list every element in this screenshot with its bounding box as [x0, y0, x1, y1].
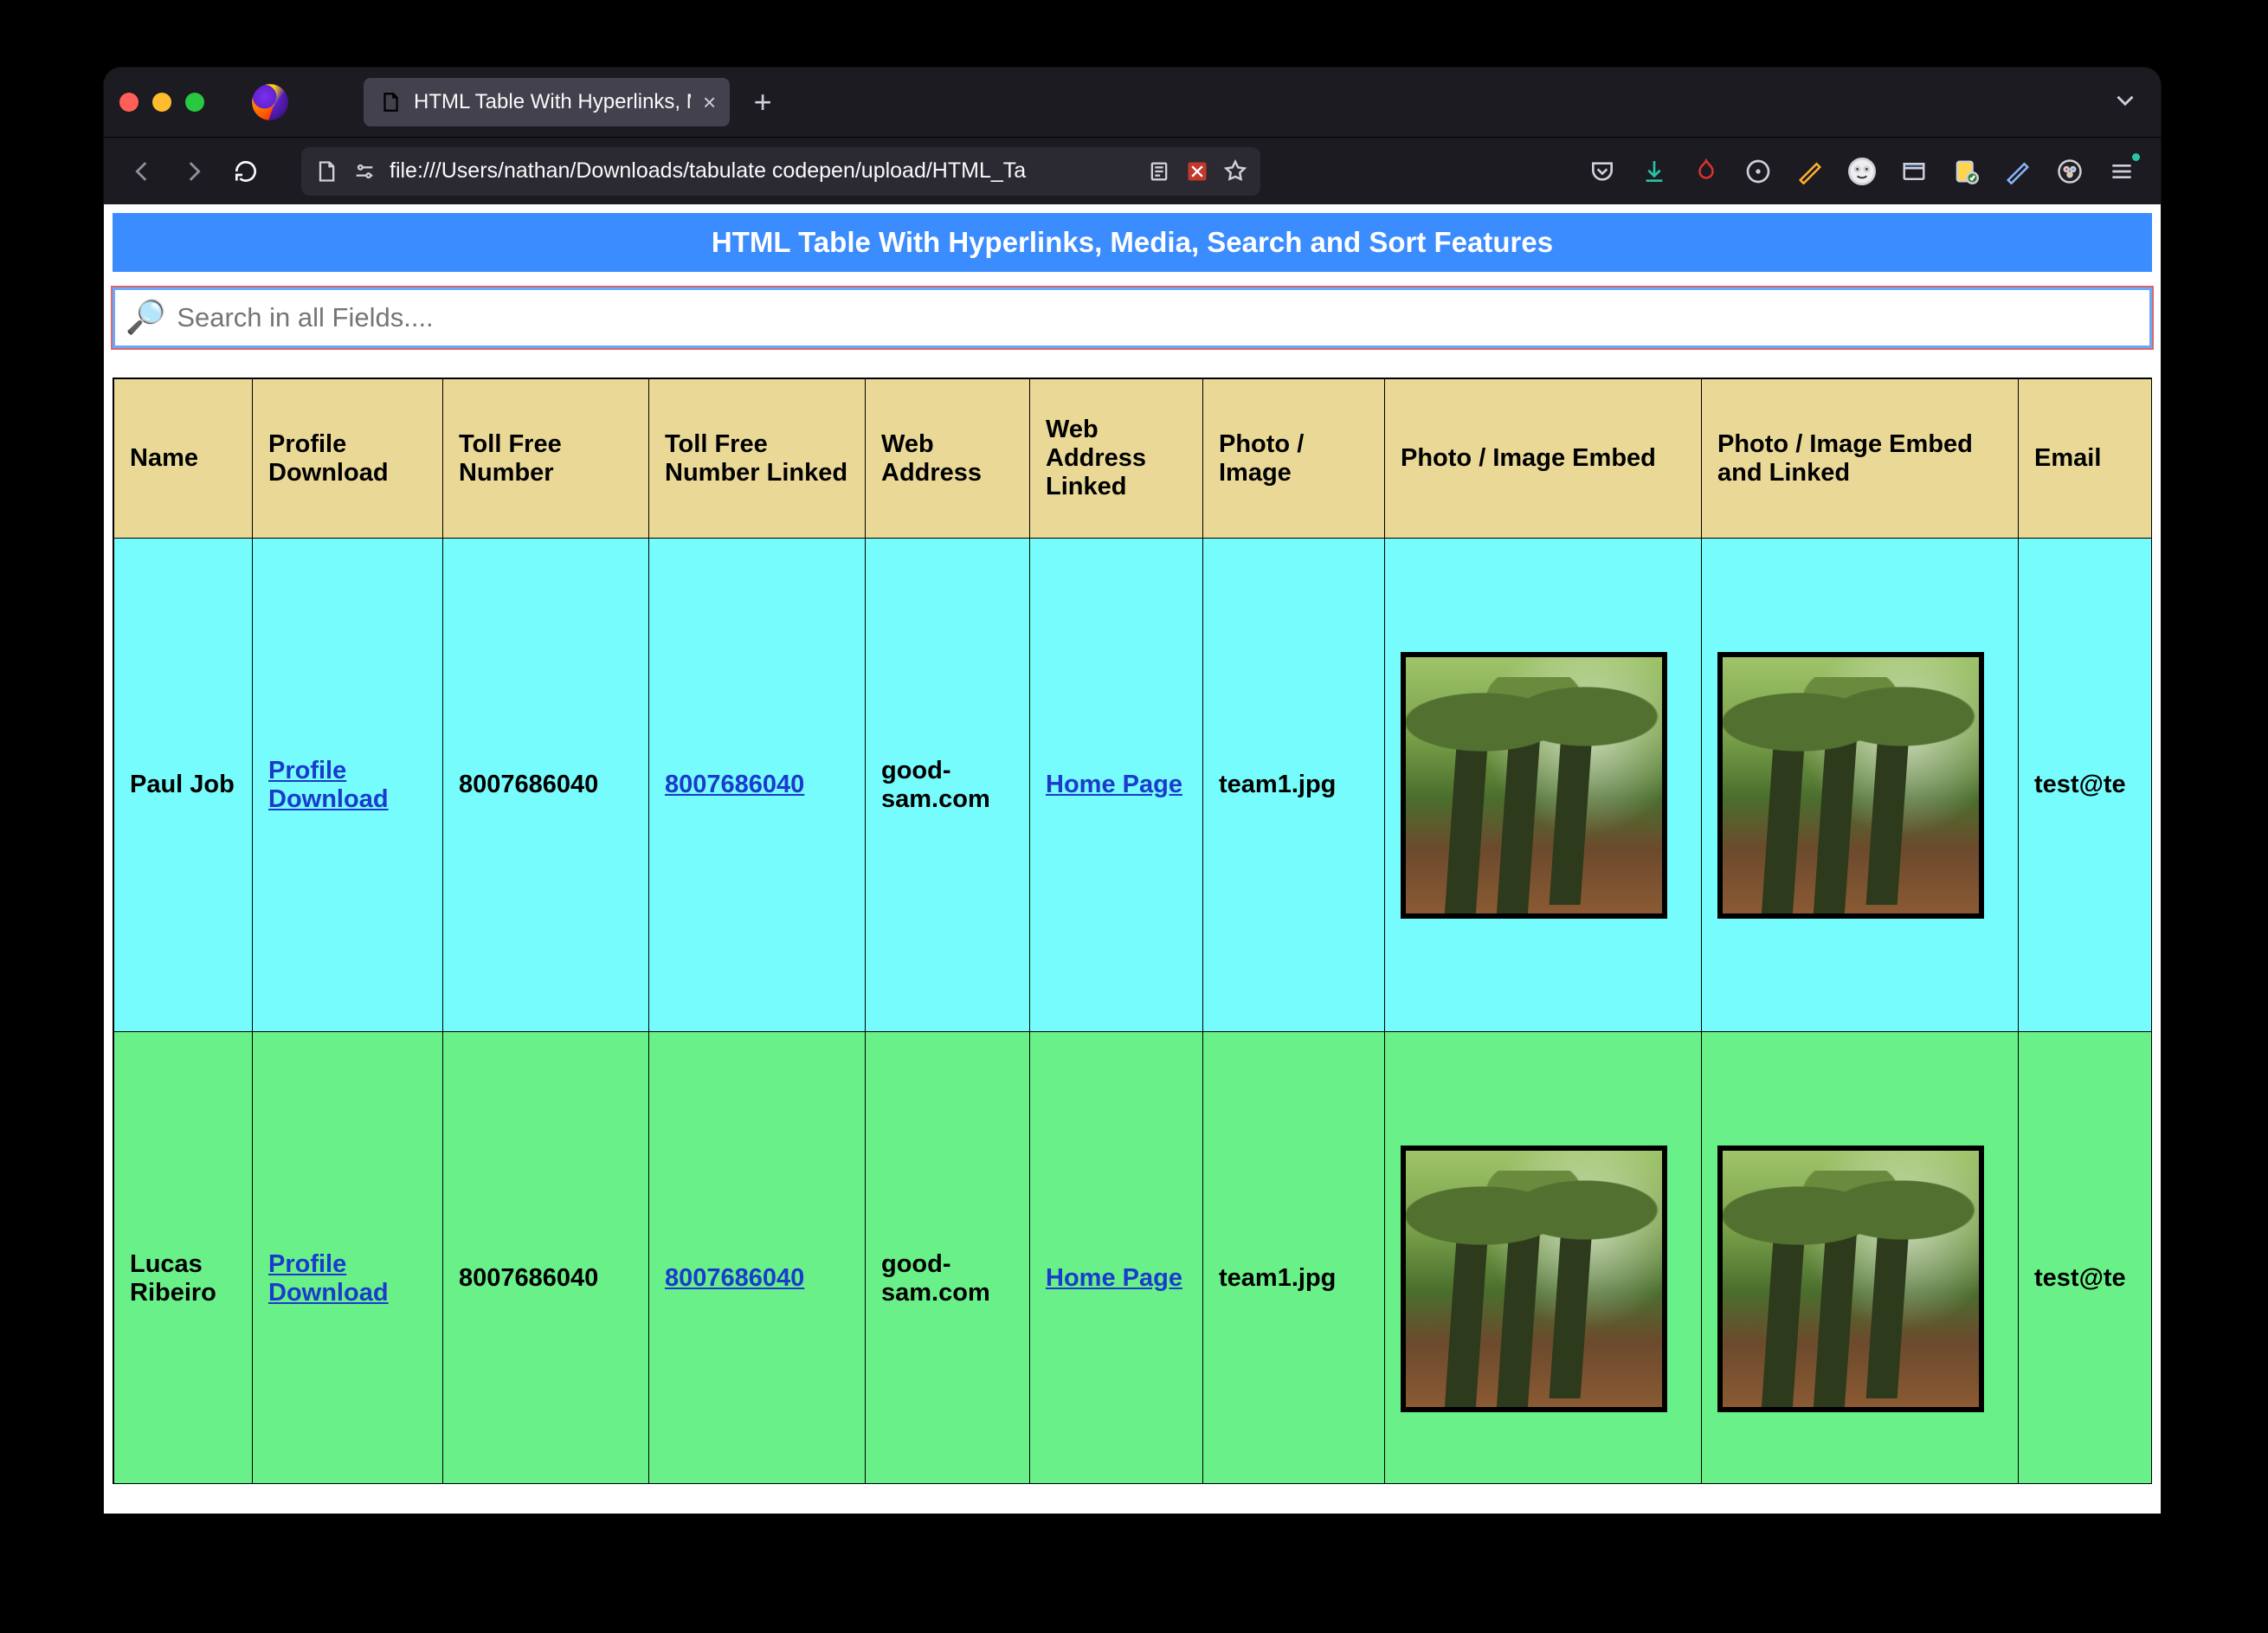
cell-photo-embed-linked — [1702, 1032, 2019, 1485]
cell-web: good-sam.com — [866, 1032, 1030, 1485]
data-table: Name Profile Download Toll Free Number T… — [113, 378, 2152, 1484]
extension-icon-7[interactable] — [2001, 155, 2034, 188]
cell-name: Paul Job — [114, 539, 253, 1032]
photo-thumbnail — [1717, 1146, 1984, 1412]
extension-icon-8[interactable] — [2053, 155, 2086, 188]
extension-icon-1[interactable] — [1690, 155, 1723, 188]
downloads-icon[interactable] — [1638, 155, 1671, 188]
table-header-row: Name Profile Download Toll Free Number T… — [114, 379, 2153, 539]
bookmark-star-icon[interactable] — [1222, 158, 1248, 184]
page-viewport: HTML Table With Hyperlinks, Media, Searc… — [104, 204, 2161, 1514]
extension-icon-2[interactable] — [1742, 155, 1775, 188]
col-web-address-linked[interactable]: Web Address Linked — [1030, 379, 1203, 539]
window-zoom-button[interactable] — [185, 93, 204, 112]
permissions-icon[interactable] — [351, 158, 377, 184]
home-page-link[interactable]: Home Page — [1046, 1264, 1182, 1292]
photo-thumbnail-link[interactable] — [1717, 652, 2002, 919]
col-profile-download[interactable]: Profile Download — [253, 379, 443, 539]
cell-email: test@te — [2019, 1032, 2153, 1485]
cell-web: good-sam.com — [866, 539, 1030, 1032]
reload-button[interactable] — [223, 149, 268, 194]
app-menu-button[interactable] — [2105, 155, 2138, 188]
col-name[interactable]: Name — [114, 379, 253, 539]
window-controls — [119, 93, 204, 112]
tab-strip: HTML Table With Hyperlinks, Media, × + — [104, 68, 2161, 137]
cell-photo: team1.jpg — [1203, 1032, 1385, 1485]
col-web-address[interactable]: Web Address — [866, 379, 1030, 539]
profile-download-link[interactable]: Profile Download — [268, 1250, 389, 1307]
extension-icon-6[interactable] — [1949, 155, 1982, 188]
tabs-overflow-button[interactable] — [2110, 86, 2161, 119]
cell-toll-free-linked: 8007686040 — [649, 539, 866, 1032]
new-tab-button[interactable]: + — [742, 81, 783, 123]
profile-download-link[interactable]: Profile Download — [268, 757, 389, 813]
cell-photo-embed — [1385, 1032, 1702, 1485]
cell-toll-free-linked: 8007686040 — [649, 1032, 866, 1485]
cell-toll-free: 8007686040 — [443, 539, 649, 1032]
photo-thumbnail-link[interactable] — [1717, 1146, 2002, 1412]
extension-icon-3[interactable] — [1794, 155, 1827, 188]
window-close-button[interactable] — [119, 93, 139, 112]
url-bar[interactable]: file:///Users/nathan/Downloads/tabulate … — [301, 147, 1260, 196]
photo-thumbnail — [1401, 1146, 1667, 1412]
tab-title: HTML Table With Hyperlinks, Media, — [414, 90, 691, 114]
back-button[interactable] — [119, 149, 164, 194]
cell-photo-embed-linked — [1702, 539, 2019, 1032]
extension-icon-5[interactable] — [1898, 155, 1930, 188]
cell-email: test@te — [2019, 539, 2153, 1032]
firefox-app-icon — [244, 76, 296, 128]
search-icon: 🔍 — [126, 299, 166, 337]
photo-thumbnail — [1401, 652, 1667, 919]
document-icon — [379, 91, 402, 113]
cell-toll-free: 8007686040 — [443, 1032, 649, 1485]
col-photo-embed[interactable]: Photo / Image Embed — [1385, 379, 1702, 539]
cell-web-linked: Home Page — [1030, 1032, 1203, 1485]
url-text: file:///Users/nathan/Downloads/tabulate … — [390, 158, 1134, 184]
firefox-icon — [252, 84, 288, 120]
data-table-container[interactable]: Name Profile Download Toll Free Number T… — [113, 378, 2152, 1484]
col-toll-free[interactable]: Toll Free Number — [443, 379, 649, 539]
col-toll-free-linked[interactable]: Toll Free Number Linked — [649, 379, 866, 539]
window-minimize-button[interactable] — [152, 93, 171, 112]
forward-button[interactable] — [171, 149, 216, 194]
cell-profile-download: Profile Download — [253, 539, 443, 1032]
toll-free-link[interactable]: 8007686040 — [665, 1264, 804, 1292]
page-root: HTML Table With Hyperlinks, Media, Searc… — [104, 204, 2161, 1493]
cell-photo: team1.jpg — [1203, 539, 1385, 1032]
search-field-wrap[interactable]: 🔍 — [113, 287, 2152, 348]
cell-name: Lucas Ribeiro — [114, 1032, 253, 1485]
cell-profile-download: Profile Download — [253, 1032, 443, 1485]
cell-web-linked: Home Page — [1030, 539, 1203, 1032]
search-input[interactable] — [177, 302, 2139, 333]
nav-toolbar: file:///Users/nathan/Downloads/tabulate … — [104, 137, 2161, 204]
extension-icon-4[interactable] — [1846, 155, 1878, 188]
col-photo[interactable]: Photo / Image — [1203, 379, 1385, 539]
col-email[interactable]: Email — [2019, 379, 2153, 539]
noscript-icon[interactable] — [1184, 158, 1210, 184]
toolbar-icons — [1586, 155, 2145, 188]
page-info-icon[interactable] — [313, 158, 339, 184]
table-row: Lucas Ribeiro Profile Download 800768604… — [114, 1032, 2153, 1485]
home-page-link[interactable]: Home Page — [1046, 771, 1182, 798]
col-photo-embed-linked[interactable]: Photo / Image Embed and Linked — [1702, 379, 2019, 539]
browser-window: HTML Table With Hyperlinks, Media, × + f… — [104, 68, 2161, 1514]
browser-tab[interactable]: HTML Table With Hyperlinks, Media, × — [364, 78, 730, 126]
cell-photo-embed — [1385, 539, 1702, 1032]
tab-close-icon[interactable]: × — [703, 91, 716, 113]
photo-thumbnail — [1717, 652, 1984, 919]
pocket-icon[interactable] — [1586, 155, 1619, 188]
toll-free-link[interactable]: 8007686040 — [665, 771, 804, 798]
table-row: Paul Job Profile Download 8007686040 800… — [114, 539, 2153, 1032]
page-title: HTML Table With Hyperlinks, Media, Searc… — [113, 213, 2152, 272]
reader-mode-icon[interactable] — [1146, 158, 1172, 184]
